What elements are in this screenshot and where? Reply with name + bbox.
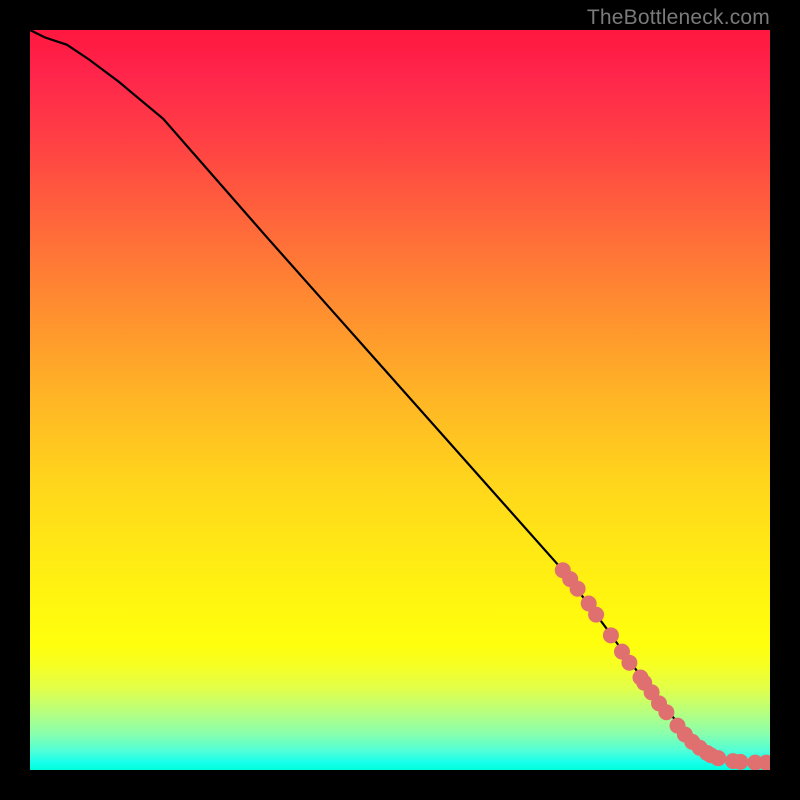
scatter-dot — [588, 607, 604, 623]
scatter-dot — [658, 704, 674, 720]
scatter-dot — [570, 581, 586, 597]
scatter-dot — [621, 655, 637, 671]
plot-area — [30, 30, 770, 770]
bottleneck-curve — [30, 30, 770, 763]
scatter-dot — [732, 754, 748, 770]
scatter-dots — [555, 562, 770, 770]
scatter-dot — [603, 627, 619, 643]
scatter-dot — [710, 750, 726, 766]
chart-frame: TheBottleneck.com — [0, 0, 800, 800]
watermark-text: TheBottleneck.com — [587, 6, 770, 30]
curve-layer — [30, 30, 770, 770]
